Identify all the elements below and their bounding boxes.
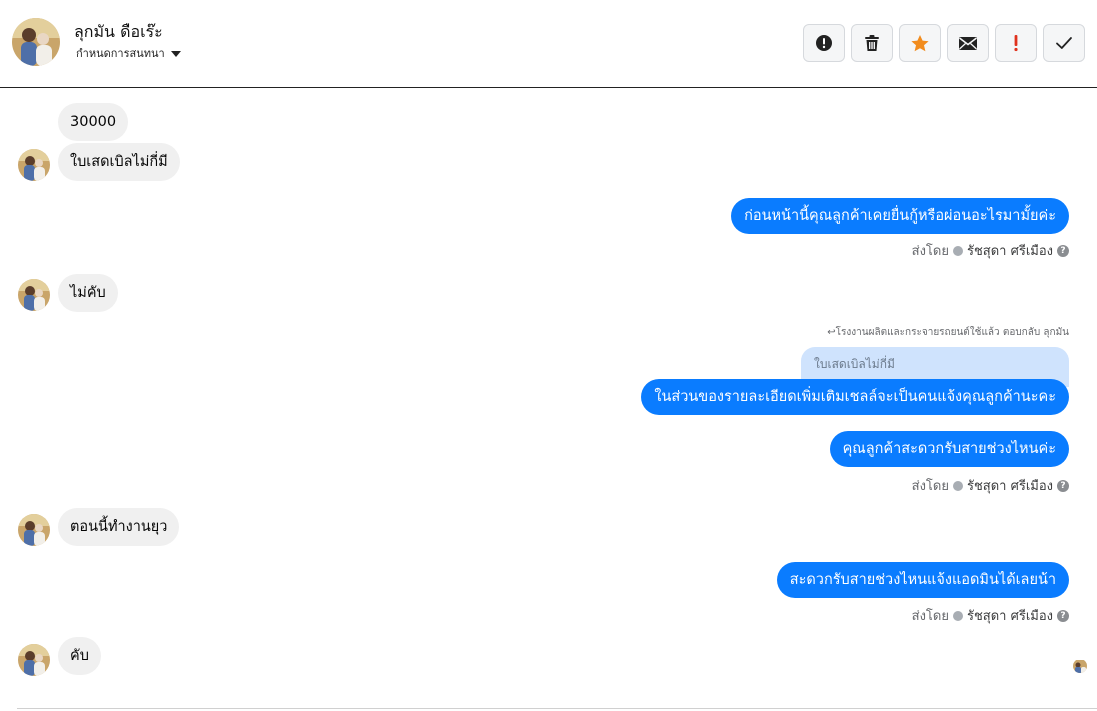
incoming-message: ไม่คับ xyxy=(58,274,118,312)
contact-avatar-small xyxy=(18,644,50,676)
incoming-message: ใบเสดเบิลไม่กี่มี xyxy=(58,143,180,181)
delete-button[interactable] xyxy=(851,24,893,62)
sent-by-info: ส่งโดย รัชสุดา ศรีเมือง ? xyxy=(912,240,1069,261)
sent-by-info: ส่งโดย รัชสุดา ศรีเมือง ? xyxy=(912,475,1069,496)
message-thread: 30000 ใบเสดเบิลไม่กี่มี ก่อนหน้านี้คุณลู… xyxy=(0,89,1097,711)
contact-avatar-small xyxy=(18,514,50,546)
seen-indicator-avatar xyxy=(1073,659,1087,673)
trash-icon xyxy=(865,35,879,51)
agent-name: รัชสุดา ศรีเมือง xyxy=(966,609,1053,624)
conversation-header: ลุกมัน ดือเร๊ะ กำหนดการสนทนา xyxy=(0,0,1097,88)
outgoing-message: ในส่วนของรายละเอียดเพิ่มเติมเชลล์จะเป็นค… xyxy=(641,379,1069,415)
contact-name: ลุกมัน ดือเร๊ะ xyxy=(74,22,163,41)
outgoing-message: สะดวกรับสายช่วงไหนแจ้งแอดมินได้เลยน้า xyxy=(776,562,1069,598)
outgoing-message: ก่อนหน้านี้คุณลูกค้าเคยยื่นกู้หรือผ่อนอะ… xyxy=(731,198,1069,234)
sent-by-label: ส่งโดย xyxy=(911,479,949,494)
toolbar xyxy=(803,24,1085,62)
agent-name: รัชสุดา ศรีเมือง xyxy=(966,479,1053,494)
contact-avatar-small xyxy=(18,279,50,311)
incoming-message: ตอนนี้ทำงานยุว xyxy=(58,508,180,546)
assign-conversation-dropdown[interactable]: กำหนดการสนทนา xyxy=(76,44,181,62)
agent-status-icon xyxy=(952,480,963,491)
envelope-icon xyxy=(959,36,977,50)
contact-avatar[interactable] xyxy=(12,18,60,66)
agent-status-icon xyxy=(952,245,963,256)
outgoing-message: คุณลูกค้าสะดวกรับสายช่วงไหนค่ะ xyxy=(829,431,1069,467)
alert-circle-icon xyxy=(816,35,832,51)
help-icon[interactable]: ? xyxy=(1057,609,1069,622)
mark-done-button[interactable] xyxy=(1043,24,1085,62)
mark-unread-button[interactable] xyxy=(947,24,989,62)
help-icon[interactable]: ? xyxy=(1057,479,1069,492)
mark-important-button[interactable] xyxy=(995,24,1037,62)
composer-divider xyxy=(17,708,1097,709)
sent-by-label: ส่งโดย xyxy=(911,244,949,259)
exclamation-icon xyxy=(1014,35,1018,52)
contact-avatar-small xyxy=(18,149,50,181)
star-button[interactable] xyxy=(899,24,941,62)
reply-context-note: ↩โรงงานผลิตและกระจายรถยนต์ใช้แล้ว ตอบกลั… xyxy=(827,327,1069,338)
sent-by-info: ส่งโดย รัชสุดา ศรีเมือง ? xyxy=(912,605,1069,626)
help-icon[interactable]: ? xyxy=(1057,244,1069,257)
checkmark-icon xyxy=(1056,37,1072,49)
agent-status-icon xyxy=(952,610,963,621)
sent-by-label: ส่งโดย xyxy=(911,609,949,624)
report-spam-button[interactable] xyxy=(803,24,845,62)
incoming-message: คับ xyxy=(58,637,101,675)
agent-name: รัชสุดา ศรีเมือง xyxy=(966,244,1053,259)
caret-down-icon xyxy=(170,50,181,57)
assign-label: กำหนดการสนทนา xyxy=(76,47,165,60)
star-icon xyxy=(911,34,929,51)
incoming-message: 30000 xyxy=(58,103,129,141)
